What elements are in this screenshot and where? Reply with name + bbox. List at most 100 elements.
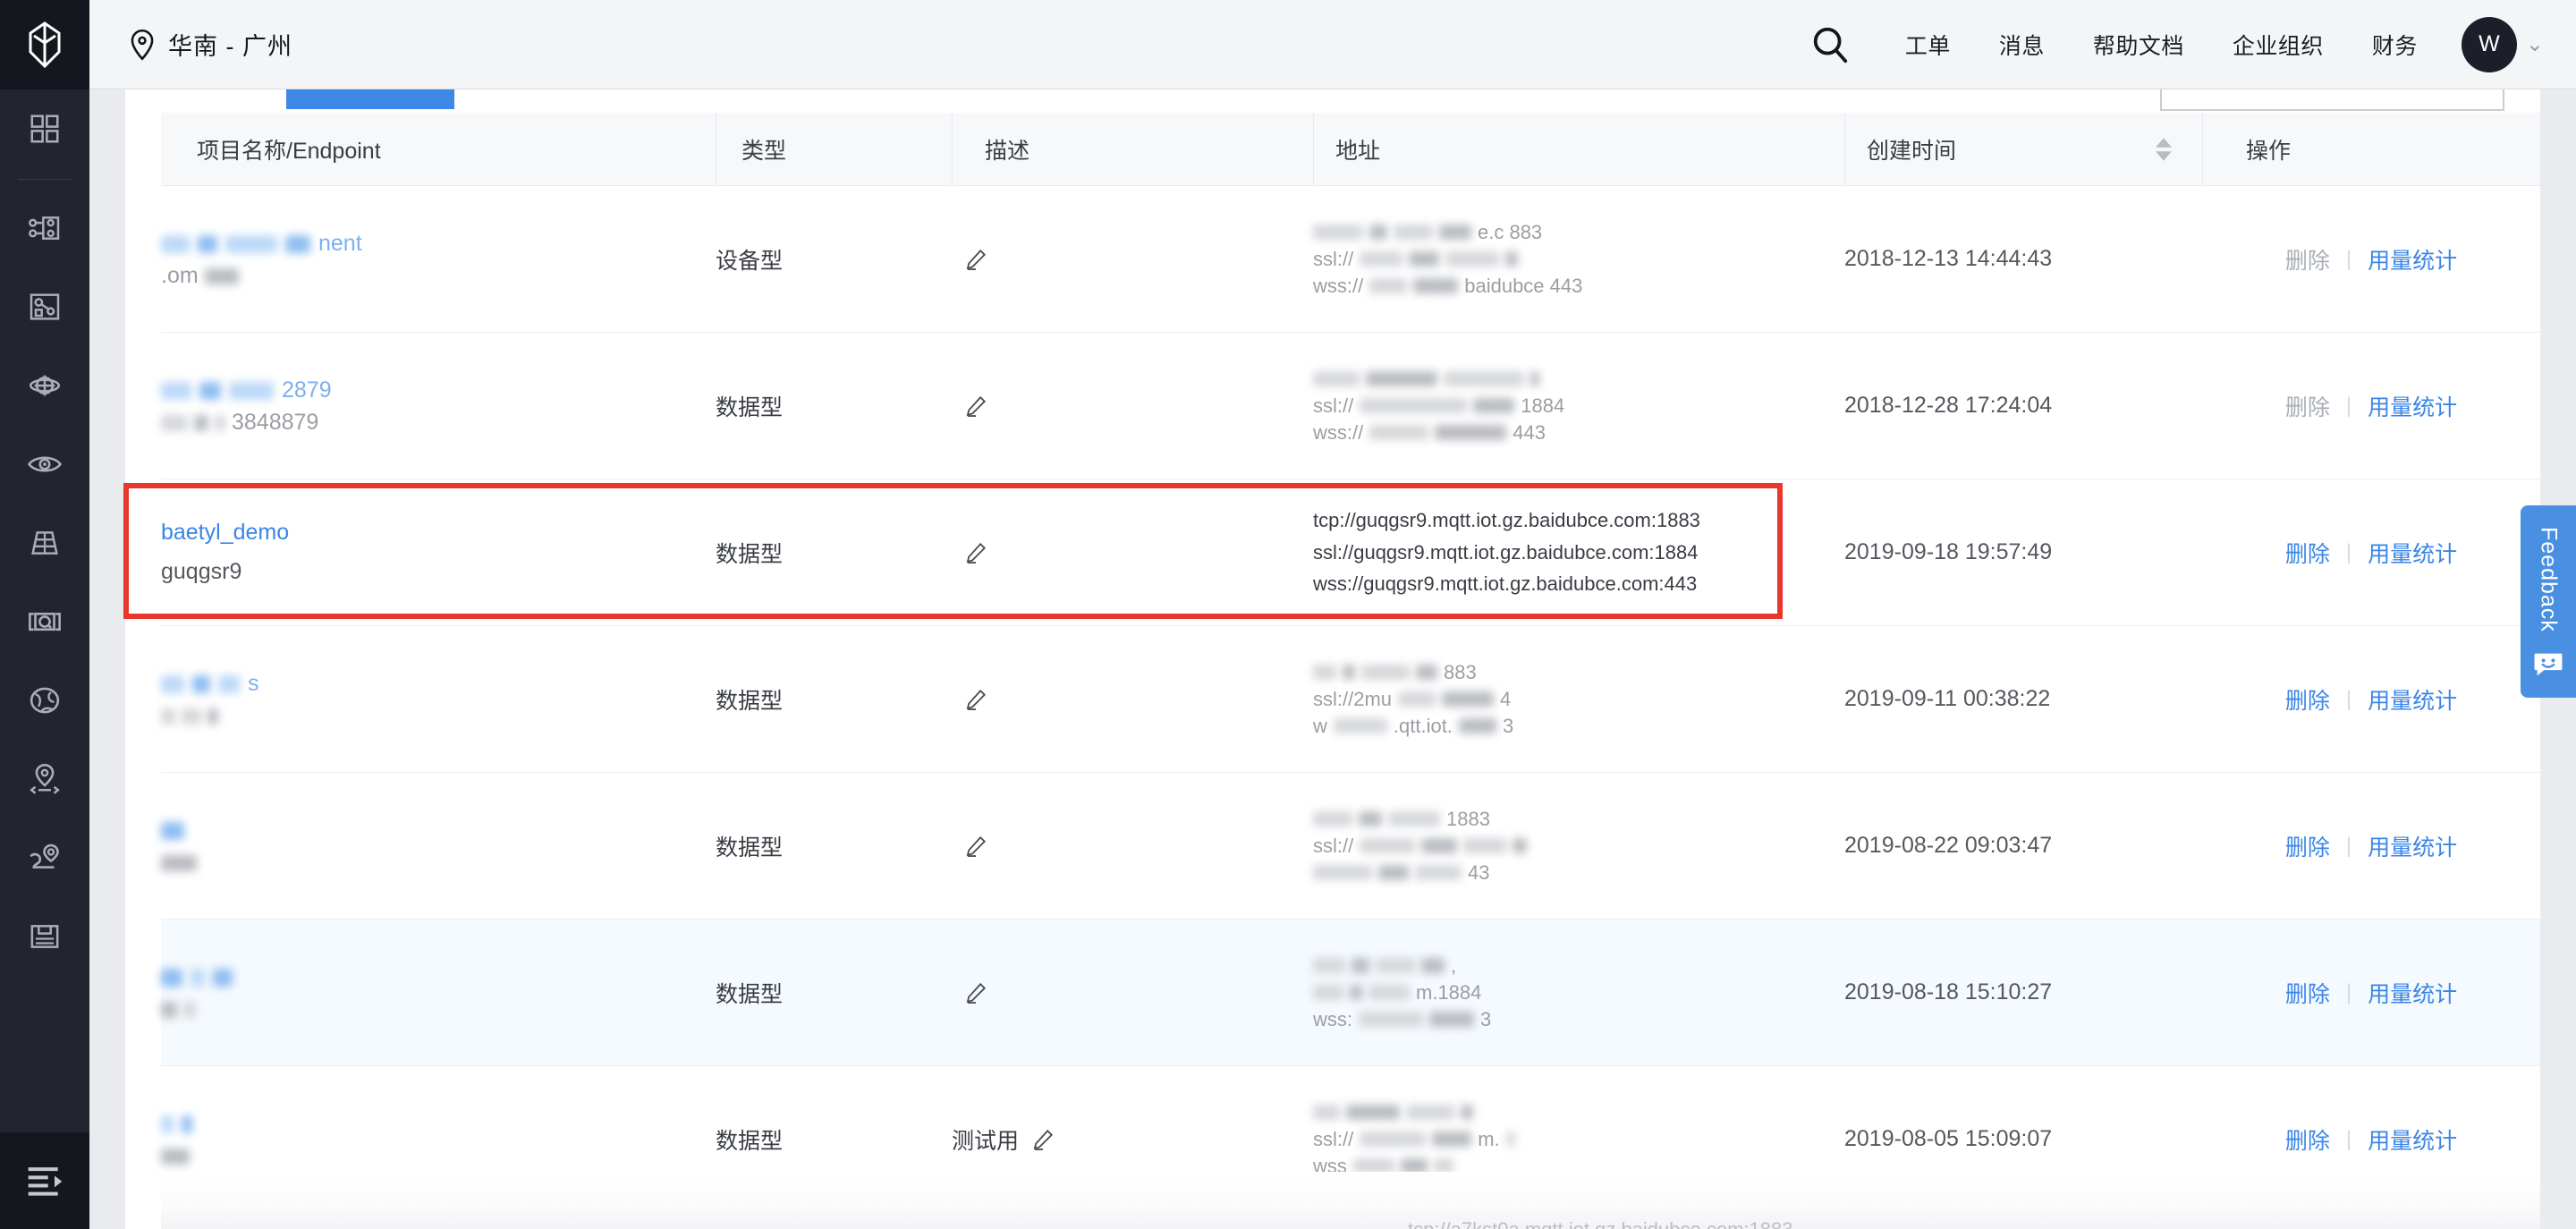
redacted-address: wss:// baidubce 443: [1313, 275, 1844, 297]
nav-item-messages[interactable]: 消息: [1975, 29, 2069, 61]
delete-button[interactable]: 删除: [2285, 537, 2330, 569]
delete-button[interactable]: 删除: [2285, 683, 2330, 716]
cell-type: 数据型: [716, 479, 952, 625]
table-row-partial-peek: tcp://a7kst0a.mqtt.iot.gz.baidubce.com:1…: [161, 1172, 2540, 1229]
pencil-edit-icon[interactable]: [964, 541, 987, 564]
tab-active-indicator[interactable]: [286, 89, 454, 109]
pencil-edit-icon[interactable]: [964, 981, 987, 1004]
top-header: 华南 - 广州 工单 消息 帮助文档 企业组织 财务 W ⌄: [89, 0, 2576, 89]
redacted-address: 43: [1313, 861, 1844, 884]
created-time: 2018-12-28 17:24:04: [1844, 393, 2053, 418]
cell-desc: [952, 626, 1313, 772]
address-prefix: ssl://: [1313, 1127, 1354, 1150]
sidebar-item-monitor[interactable]: [0, 425, 89, 504]
sidebar-item-node-graph[interactable]: [0, 267, 89, 346]
usage-stats-button[interactable]: 用量统计: [2368, 830, 2457, 862]
address-fragment: ,: [1451, 954, 1457, 977]
redacted-address: m.1884: [1313, 980, 1844, 1004]
nav-item-tickets[interactable]: 工单: [1881, 29, 1975, 61]
pencil-edit-icon[interactable]: [964, 248, 987, 271]
sidebar-item-geo-pin[interactable]: [0, 740, 89, 818]
usage-stats-button[interactable]: 用量统计: [2368, 243, 2457, 275]
feedback-tab[interactable]: Feedback: [2521, 505, 2576, 698]
pencil-edit-icon[interactable]: [964, 835, 987, 858]
content-panel: 项目名称/Endpoint 类型 描述 地址 创建时间 操作 nent .om …: [125, 89, 2540, 1229]
region-selector[interactable]: 华南 - 广州: [129, 27, 292, 62]
created-time: 2019-09-18 19:57:49: [1844, 539, 2053, 564]
redacted-address: wss:// 443: [1313, 420, 1844, 444]
location-pin-icon: [131, 29, 154, 61]
nav-item-organization[interactable]: 企业组织: [2208, 29, 2348, 61]
user-menu[interactable]: W ⌄: [2461, 16, 2544, 72]
feedback-label: Feedback: [2536, 527, 2562, 632]
brain-network-icon: [30, 687, 60, 714]
app-logo[interactable]: [0, 0, 89, 89]
search-input[interactable]: [2160, 89, 2504, 111]
inbox-archive-icon: [30, 925, 59, 948]
sidebar-collapse-toggle[interactable]: [0, 1132, 89, 1229]
redacted-address: ssl://: [1313, 248, 1844, 270]
table-row[interactable]: nent .om 设备型 e.c 883 ssl:// wss:// baidu…: [161, 186, 2540, 333]
usage-stats-button[interactable]: 用量统计: [2368, 390, 2457, 422]
cell-operations: 删除 | 用量统计: [2202, 479, 2540, 625]
op-divider: |: [2345, 393, 2352, 418]
sidebar-item-route[interactable]: [0, 818, 89, 897]
usage-stats-button[interactable]: 用量统计: [2368, 537, 2457, 569]
cell-desc: [952, 773, 1313, 919]
op-divider: |: [2345, 539, 2352, 564]
delete-button[interactable]: 删除: [2285, 1123, 2330, 1156]
sidebar-item-database[interactable]: [0, 504, 89, 582]
sort-arrows-icon[interactable]: [2156, 137, 2172, 161]
op-divider: |: [2345, 833, 2352, 858]
eye-icon: [27, 456, 63, 472]
left-nav-rail: [0, 0, 89, 1229]
cell-address: 1883 ssl:// 43: [1313, 773, 1844, 919]
redacted-name: nent: [161, 231, 716, 256]
bracket-search-icon: [29, 612, 61, 631]
column-header-desc-label: 描述: [985, 138, 1030, 164]
nav-item-help-docs[interactable]: 帮助文档: [2069, 29, 2208, 61]
delete-button[interactable]: 删除: [2285, 977, 2330, 1009]
address-prefix: wss://: [1313, 420, 1364, 444]
usage-stats-button[interactable]: 用量统计: [2368, 683, 2457, 716]
cell-operations: 删除 | 用量统计: [2202, 626, 2540, 772]
address-prefix: w: [1313, 714, 1327, 737]
search-button[interactable]: [1795, 10, 1865, 80]
sidebar-item-dashboard[interactable]: [0, 89, 89, 168]
sidebar-item-globe-ring[interactable]: [0, 346, 89, 425]
table-row[interactable]: 数据型: [161, 920, 2540, 1066]
table-row[interactable]: 2879 3848879 数据型 ssl:// 1884 wss:// 443 …: [161, 333, 2540, 479]
redacted-name: s: [161, 671, 716, 696]
cell-name: 2879 3848879: [161, 333, 716, 479]
redacted-name: [161, 1113, 716, 1136]
pencil-edit-icon[interactable]: [964, 688, 987, 711]
cell-name: [161, 773, 716, 919]
created-time: 2019-08-22 09:03:47: [1844, 833, 2053, 858]
table-row[interactable]: s 数据型 883 ssl://2mu 4 w .qtt.iot. 3 2019…: [161, 626, 2540, 773]
delete-button[interactable]: 删除: [2285, 830, 2330, 862]
column-header-created-time[interactable]: 创建时间: [1844, 113, 2202, 185]
pencil-edit-icon[interactable]: [1031, 1128, 1055, 1151]
cell-created-time: 2018-12-13 14:44:43: [1844, 186, 2202, 332]
sidebar-item-ai-brain[interactable]: [0, 661, 89, 740]
redacted-address: [1313, 369, 1844, 389]
nav-item-finance[interactable]: 财务: [2348, 29, 2442, 61]
route-pin-icon: [30, 843, 59, 869]
redacted-name: 2879: [161, 377, 716, 403]
table-row-baetyl-demo[interactable]: baetyl_demo guqgsr9 数据型 tcp://guqgsr9.mq…: [161, 479, 2540, 626]
project-name-link[interactable]: baetyl_demo: [161, 516, 716, 550]
column-header-desc: 描述: [952, 113, 1313, 185]
table-row[interactable]: 数据型: [161, 773, 2540, 920]
sidebar-item-archive[interactable]: [0, 897, 89, 976]
pencil-edit-icon[interactable]: [964, 394, 987, 418]
smiley-chat-icon: [2533, 652, 2563, 682]
address-fragment: m.1884: [1416, 980, 1482, 1004]
device-topology-icon: [29, 216, 60, 240]
redacted-address: ssl://: [1313, 835, 1844, 857]
sidebar-item-bracket-search[interactable]: [0, 582, 89, 661]
usage-stats-button[interactable]: 用量统计: [2368, 1123, 2457, 1156]
sidebar-item-device-topology[interactable]: [0, 189, 89, 267]
content-area: 项目名称/Endpoint 类型 描述 地址 创建时间 操作 nent .om …: [89, 89, 2576, 1229]
address-fragment: m.: [1478, 1127, 1500, 1150]
usage-stats-button[interactable]: 用量统计: [2368, 977, 2457, 1009]
